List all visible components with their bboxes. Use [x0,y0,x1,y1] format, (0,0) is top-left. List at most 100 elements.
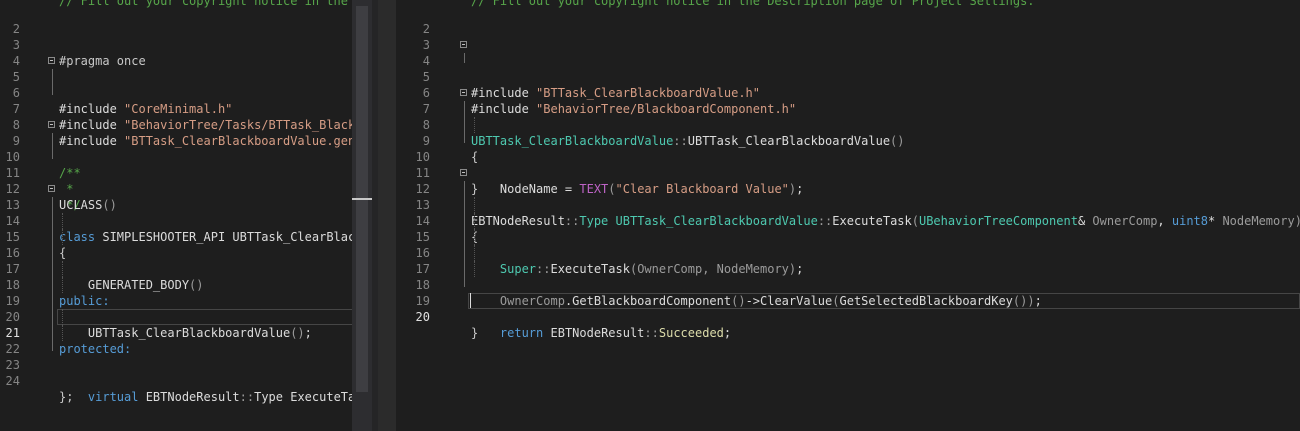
code-line[interactable]: 20 protected: [0,293,352,356]
indent-guide [464,101,465,117]
code-line[interactable]: 9 NodeName = TEXT("Clear Blackboard Valu… [396,117,1300,196]
scrollbar-position-marker [352,198,372,200]
current-line-highlight [57,309,352,325]
right-editor-pane[interactable]: 2 // Fill out your copyright notice in t… [396,0,1300,431]
code-line[interactable]: 11 */ [0,149,352,212]
code-line[interactable]: 2 // Fill out your copyright notice in t… [0,0,352,36]
code-line[interactable]: 17 public: [0,245,352,308]
line-number: 24 [5,374,20,388]
code-line[interactable]: 12 UCLASS() [0,165,352,212]
code-line[interactable]: 22 [0,325,352,356]
code-line[interactable]: 14 { [0,197,352,260]
code-line[interactable]: 19 } [396,277,1300,340]
code-line[interactable]: 24 [0,357,352,388]
code-line[interactable]: 10 * [0,133,352,196]
code-line[interactable]: 18 return EBTNodeResult::Succeeded; [396,261,1300,340]
indent-guide [52,149,53,159]
indent-guide [52,69,53,85]
indent-guide [52,325,53,341]
collapse-icon[interactable] [48,57,55,64]
code-line[interactable]: 17 [396,245,1300,276]
code-line[interactable]: 15 GENERATED_BODY() [0,213,352,292]
code-line-current[interactable]: 20 [396,293,1300,324]
indent-guide [52,133,53,149]
indent-guide [62,325,63,341]
code-text: return EBTNodeResult::Succeeded; [499,326,732,340]
indent-guide [62,261,63,277]
indent-guide [52,277,53,293]
indent-guide [464,117,465,133]
collapse-icon[interactable] [48,185,55,192]
left-editor-pane[interactable]: 2 // Fill out your copyright notice in t… [0,0,352,431]
code-line[interactable]: 3 #pragma once [0,21,352,68]
indent-guide [474,229,475,245]
code-line[interactable]: 13 { [396,181,1300,244]
indent-guide [52,261,53,277]
code-text: // Fill out your copyright notice in the… [59,0,348,8]
indent-guide [52,309,53,325]
collapse-icon[interactable] [460,41,467,48]
indent-guide [464,53,465,63]
indent-guide [62,229,63,245]
indent-guide [474,213,475,229]
code-line[interactable]: 11 [396,149,1300,180]
right-editor-margin [378,0,396,431]
indent-guide [464,245,465,261]
code-text: // Fill out your copyright notice in the… [471,0,1035,8]
code-text: }; [59,390,74,404]
indent-guide [464,261,465,277]
indent-guide [474,197,475,213]
indent-guide [52,341,53,351]
indent-guide [52,229,53,245]
collapse-icon[interactable] [460,169,467,176]
indent-guide [52,197,53,213]
indent-guide [464,229,465,245]
code-line[interactable]: 14 Super::ExecuteTask(OwnerComp, NodeMem… [396,197,1300,276]
code-line[interactable]: 19 [0,277,352,308]
indent-guide [52,245,53,261]
code-line[interactable]: 16 [0,229,352,260]
code-line[interactable]: 4 [0,37,352,68]
code-line[interactable]: 16 OwnerComp.GetBlackboardComponent()->C… [396,229,1300,308]
indent-guide [52,213,53,229]
current-line-highlight [468,293,1300,309]
code-line[interactable]: 5 #include "CoreMinimal.h" [0,53,352,116]
code-line[interactable]: 15 [396,213,1300,244]
text-caret [470,293,471,308]
indent-guide [464,277,465,287]
indent-guide [62,309,63,325]
code-line[interactable]: 13 class SIMPLESHOOTER_API UBTTask_Clear… [0,181,352,244]
code-line[interactable]: 18 UBTTask_ClearBlackboardValue(); [0,261,352,340]
code-line-current[interactable]: 21 virtual EBTNodeResult::Type ExecuteTa… [0,309,352,404]
code-text: } [471,326,479,340]
code-line[interactable]: 6 #include "BehaviorTree/Tasks/BTTask_Bl… [0,69,352,132]
collapse-icon[interactable] [460,89,467,96]
indent-guide [464,213,465,229]
code-line[interactable]: 5 #include "BehaviorTree/BlackboardCompo… [396,53,1300,116]
code-line[interactable]: 7 #include "BTTask_ClearBlackboardValue.… [0,85,352,148]
code-line[interactable]: 23 }; [0,341,352,404]
line-number: 20 [415,310,430,324]
vertical-scrollbar[interactable] [352,0,372,431]
code-line[interactable]: 2 // Fill out your copyright notice in t… [396,0,1300,36]
indent-guide [62,213,63,229]
indent-guide [474,245,475,261]
code-line[interactable]: 12 EBTNodeResult::Type UBTTask_ClearBlac… [396,165,1300,228]
indent-guide [464,197,465,213]
indent-guide [464,181,465,197]
code-line[interactable]: 10 } [396,133,1300,196]
code-line[interactable]: 9 /** [0,117,352,180]
code-line[interactable]: 6 [396,69,1300,100]
indent-guide [474,261,475,277]
code-line[interactable]: 8 [0,101,352,132]
indent-guide [474,117,475,133]
indent-guide [62,277,63,293]
indent-guide [52,85,53,95]
code-line[interactable]: 4 #include "BTTask_ClearBlackboardValue.… [396,37,1300,100]
code-text: virtual EBTNodeResult::Type ExecuteTask(… [87,390,352,404]
code-line[interactable]: 8 { [396,101,1300,164]
code-line[interactable]: 7 UBTTask_ClearBlackboardValue::UBTTask_… [396,85,1300,148]
collapse-icon[interactable] [48,121,55,128]
code-line[interactable]: 3 [396,21,1300,52]
indent-guide [52,293,53,309]
